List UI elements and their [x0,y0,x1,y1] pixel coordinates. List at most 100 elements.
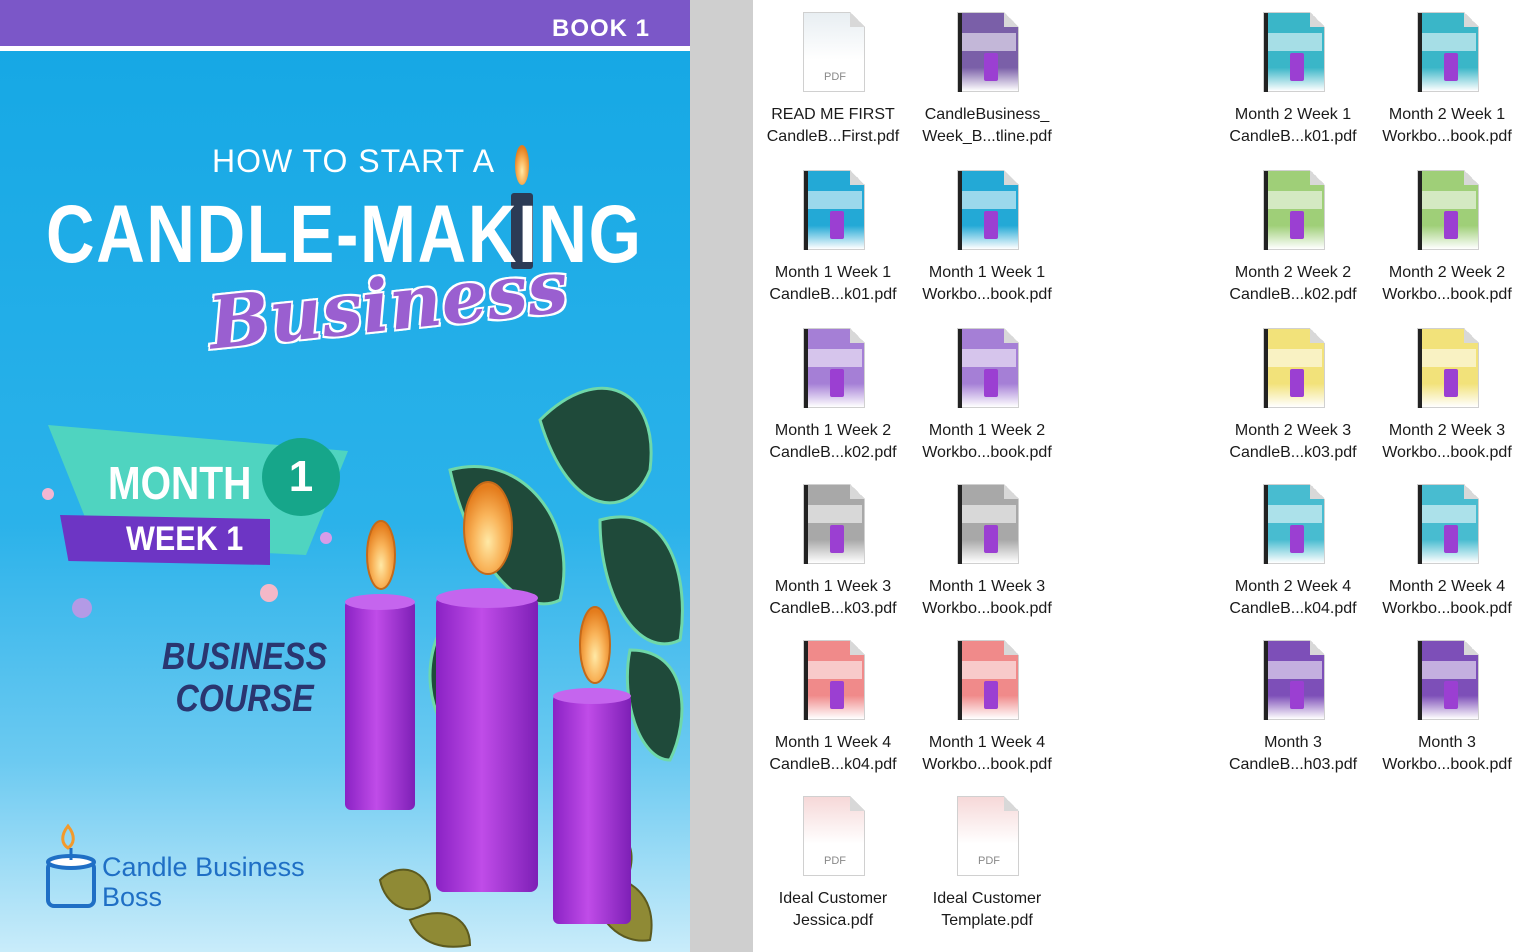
workbook-cover-icon[interactable] [1263,12,1325,92]
workbook-cover-icon[interactable] [1417,12,1479,92]
file-item[interactable]: Month 1 Week 2 CandleB...k02.pdf [753,316,913,466]
file-name-line-1: Month 2 Week 2 [1388,264,1506,281]
file-name-label[interactable]: Month 2 Week 3 Workbo...book.pdf [1367,420,1527,464]
file-name-label[interactable]: Month 2 Week 3 CandleB...k03.pdf [1213,420,1373,464]
file-item[interactable]: PDF Ideal Customer Jessica.pdf [753,784,913,934]
workbook-cover-icon[interactable] [1263,640,1325,720]
file-item[interactable]: Month 1 Week 4 CandleB...k04.pdf [753,628,913,778]
file-item[interactable]: PDF READ ME FIRST CandleB...First.pdf [753,0,913,150]
file-name-line-1: Month 1 Week 4 [774,734,892,751]
file-name-line-1: Month 3 [1418,734,1476,751]
page-fold [1004,12,1019,27]
file-item[interactable]: Month 1 Week 3 Workbo...book.pdf [907,472,1067,622]
pdf-document-icon[interactable]: PDF [957,796,1019,876]
file-item[interactable]: Month 2 Week 2 CandleB...k02.pdf [1213,158,1373,308]
file-name-line-2: CandleB...k04.pdf [769,756,897,773]
workbook-cover-icon[interactable] [957,12,1019,92]
file-name-line-1: Month 2 Week 3 [1234,422,1352,439]
workbook-cover-icon[interactable] [803,484,865,564]
workbook-cover-icon[interactable] [803,170,865,250]
file-item[interactable]: Month 1 Week 4 Workbo...book.pdf [907,628,1067,778]
binding-spine [1418,171,1422,250]
workbook-cover-icon[interactable] [1417,328,1479,408]
file-name-label[interactable]: Month 2 Week 1 CandleB...k01.pdf [1213,104,1373,148]
workbook-cover-icon[interactable] [803,640,865,720]
file-item[interactable]: Month 2 Week 1 CandleB...k01.pdf [1213,0,1373,150]
binding-spine [1264,13,1268,92]
file-name-label[interactable]: Month 1 Week 2 CandleB...k02.pdf [753,420,913,464]
file-name-line-2: Template.pdf [941,912,1033,929]
file-name-line-2: Workbo...book.pdf [1382,444,1512,461]
file-name-label[interactable]: Month 1 Week 1 CandleB...k01.pdf [753,262,913,306]
binding-spine [958,641,962,720]
file-item[interactable]: Month 2 Week 1 Workbo...book.pdf [1367,0,1527,150]
file-name-line-1: Month 1 Week 3 [928,578,1046,595]
workbook-cover-icon[interactable] [957,640,1019,720]
cover-title-band [1422,349,1476,367]
file-item[interactable]: Month 2 Week 2 Workbo...book.pdf [1367,158,1527,308]
binding-spine [1264,329,1268,408]
brand-line-1: Candle Business [102,852,305,882]
workbook-cover-icon[interactable] [957,484,1019,564]
file-item[interactable]: Month 2 Week 4 Workbo...book.pdf [1367,472,1527,622]
workbook-cover-icon[interactable] [957,170,1019,250]
file-item[interactable]: Month 3 Workbo...book.pdf [1367,628,1527,778]
leaf-decoration [428,386,684,762]
file-name-label[interactable]: Ideal Customer Jessica.pdf [753,888,913,932]
file-name-label[interactable]: CandleBusiness_ Week_B...tline.pdf [907,104,1067,148]
file-item[interactable]: Month 2 Week 3 Workbo...book.pdf [1367,316,1527,466]
file-name-label[interactable]: Month 1 Week 4 CandleB...k04.pdf [753,732,913,776]
cover-title-band [808,349,862,367]
file-name-label[interactable]: Month 1 Week 4 Workbo...book.pdf [907,732,1067,776]
file-name-line-2: Workbo...book.pdf [922,600,1052,617]
file-item[interactable]: Month 1 Week 1 Workbo...book.pdf [907,158,1067,308]
binding-spine [958,13,962,92]
file-name-line-1: Month 2 Week 1 [1234,106,1352,123]
binding-spine [958,329,962,408]
file-item[interactable]: Month 2 Week 4 CandleB...k04.pdf [1213,472,1373,622]
file-name-label[interactable]: Month 3 Workbo...book.pdf [1367,732,1527,776]
workbook-cover-icon[interactable] [957,328,1019,408]
workbook-cover-icon[interactable] [1263,170,1325,250]
file-name-label[interactable]: Month 2 Week 1 Workbo...book.pdf [1367,104,1527,148]
file-name-label[interactable]: Month 3 CandleB...h03.pdf [1213,732,1373,776]
pdf-document-icon[interactable]: PDF [803,12,865,92]
course-line-1: BUSINESS [162,636,328,678]
file-item[interactable]: Month 1 Week 1 CandleB...k01.pdf [753,158,913,308]
workbook-cover-icon[interactable] [1417,640,1479,720]
file-item[interactable]: CandleBusiness_ Week_B...tline.pdf [907,0,1067,150]
workbook-cover-icon[interactable] [803,328,865,408]
page-fold [1464,170,1479,185]
file-item[interactable]: Month 3 CandleB...h03.pdf [1213,628,1373,778]
page-fold [850,328,865,343]
file-item[interactable]: PDF Ideal Customer Template.pdf [907,784,1067,934]
cover-title-band [1422,191,1476,209]
file-name-label[interactable]: Month 1 Week 3 CandleB...k03.pdf [753,576,913,620]
binding-spine [1418,485,1422,564]
file-name-label[interactable]: Month 2 Week 2 Workbo...book.pdf [1367,262,1527,306]
file-name-label[interactable]: Month 2 Week 2 CandleB...k02.pdf [1213,262,1373,306]
file-name-label[interactable]: Ideal Customer Template.pdf [907,888,1067,932]
file-item[interactable]: Month 1 Week 2 Workbo...book.pdf [907,316,1067,466]
course-label: BUSINESS COURSE [162,636,327,720]
workbook-cover-icon[interactable] [1417,484,1479,564]
file-name-label[interactable]: Month 2 Week 4 Workbo...book.pdf [1367,576,1527,620]
file-name-label[interactable]: Month 1 Week 2 Workbo...book.pdf [907,420,1067,464]
file-item[interactable]: Month 2 Week 3 CandleB...k03.pdf [1213,316,1373,466]
page-fold [1464,484,1479,499]
file-name-label[interactable]: Month 2 Week 4 CandleB...k04.pdf [1213,576,1373,620]
workbook-cover-icon[interactable] [1417,170,1479,250]
file-name-line-2: Workbo...book.pdf [1382,128,1512,145]
workbook-cover-icon[interactable] [1263,484,1325,564]
candle-left [345,520,415,810]
file-name-label[interactable]: Month 1 Week 3 Workbo...book.pdf [907,576,1067,620]
decor-dot [320,532,332,544]
cover-title-band [1268,661,1322,679]
pdf-document-icon[interactable]: PDF [803,796,865,876]
file-name-label[interactable]: READ ME FIRST CandleB...First.pdf [753,104,913,148]
candle-middle [436,481,538,892]
file-item[interactable]: Month 1 Week 3 CandleB...k03.pdf [753,472,913,622]
candle-thumbnail [984,681,998,709]
workbook-cover-icon[interactable] [1263,328,1325,408]
file-name-label[interactable]: Month 1 Week 1 Workbo...book.pdf [907,262,1067,306]
